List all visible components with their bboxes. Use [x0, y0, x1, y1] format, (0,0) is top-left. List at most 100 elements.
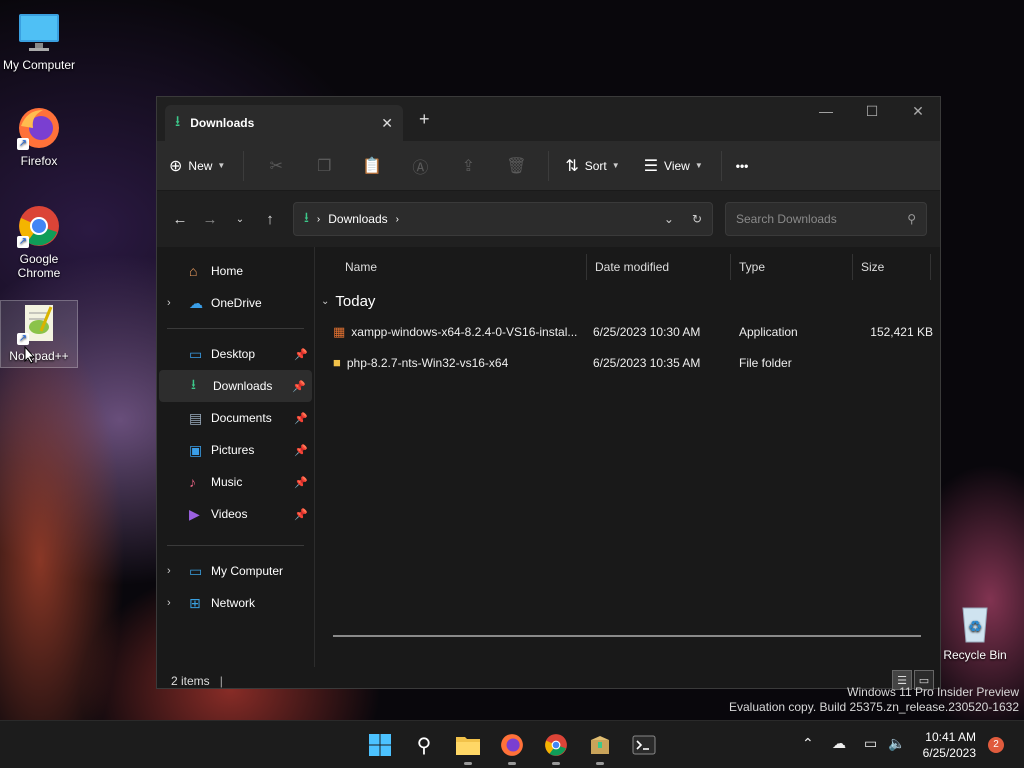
column-label: Size: [861, 260, 885, 274]
pin-icon: 📌: [292, 380, 306, 393]
column-label: Type: [739, 260, 766, 274]
desktop-icon-chrome[interactable]: ↗ Google Chrome: [1, 204, 77, 280]
command-bar: ⊕ New ▼ ✂ ❐ 📋 Ⓐ ⇪ 🗑 ⇅ Sort ▼ ☰ View ▼ ••…: [157, 141, 940, 191]
file-type: File folder: [739, 355, 792, 370]
rename-icon[interactable]: Ⓐ: [396, 154, 444, 178]
desktop-icon-my-computer[interactable]: My Computer: [1, 10, 77, 72]
sidebar-item-home[interactable]: ⌂ Home: [157, 255, 314, 287]
sidebar-item-downloads[interactable]: ⭳ Downloads 📌: [159, 370, 312, 402]
sort-button[interactable]: ⇅ Sort ▼: [565, 156, 619, 176]
refresh-icon[interactable]: ↻: [692, 212, 702, 226]
maximize-button[interactable]: ☐: [849, 103, 895, 120]
download-icon: ⭳: [191, 376, 196, 392]
search-box[interactable]: ⚲: [725, 202, 927, 236]
firefox-icon: [501, 734, 523, 756]
column-header-type[interactable]: Type: [731, 254, 853, 280]
network-icon: ⊞: [189, 594, 201, 611]
chevron-right-icon[interactable]: ›: [167, 597, 189, 609]
desktop-icon-notepad-plus-plus[interactable]: ↗ Notepad++: [0, 300, 78, 368]
watermark-line: Evaluation copy. Build 25375.zn_release.…: [729, 700, 1019, 714]
taskbar-file-explorer[interactable]: [452, 729, 484, 765]
column-header-date[interactable]: Date modified: [587, 254, 731, 280]
chevron-down-icon: ▼: [611, 161, 620, 170]
share-icon[interactable]: ⇪: [444, 156, 492, 176]
pictures-icon: ▣: [189, 441, 203, 458]
chevron-right-icon[interactable]: ›: [167, 297, 189, 309]
desktop-icon-label: Notepad++: [9, 349, 69, 363]
music-icon: ♪: [189, 474, 196, 490]
file-explorer-window: ⭳ Downloads ✕ + — ☐ ✕ ⊕ New ▼ ✂ ❐ 📋 Ⓐ ⇪ …: [156, 96, 941, 690]
notification-badge[interactable]: 2: [988, 737, 1004, 753]
close-window-button[interactable]: ✕: [895, 103, 941, 120]
column-header-name[interactable]: Name: [315, 254, 587, 280]
sidebar-item-label: Documents: [211, 411, 272, 425]
more-options-button[interactable]: •••: [736, 159, 749, 173]
view-label: View: [664, 158, 690, 173]
file-name: xampp-windows-x64-8.2.4-0-VS16-instal...: [351, 324, 578, 339]
address-bar[interactable]: ⭳ › Downloads › ⌄ ↻: [293, 202, 713, 236]
sort-icon: ⇅: [565, 157, 579, 175]
taskbar-xampp[interactable]: [584, 729, 616, 765]
recycle-bin-icon: ♻: [953, 600, 997, 644]
pin-icon: 📌: [294, 348, 308, 361]
system-clock[interactable]: 10:41 AM 6/25/2023: [923, 729, 976, 761]
breadcrumb[interactable]: Downloads: [328, 212, 387, 226]
start-button[interactable]: [364, 729, 396, 761]
close-tab-icon[interactable]: ✕: [381, 115, 393, 132]
sidebar-item-pictures[interactable]: ▣ Pictures 📌: [157, 434, 314, 466]
sidebar-item-onedrive[interactable]: › ☁ OneDrive: [157, 287, 314, 319]
sidebar-item-label: Downloads: [213, 379, 273, 393]
taskbar-firefox[interactable]: [496, 729, 528, 765]
network-icon[interactable]: ▭: [864, 735, 877, 752]
chevron-up-icon[interactable]: ⌃: [802, 735, 814, 752]
file-type: Application: [739, 324, 798, 339]
sidebar-item-music[interactable]: ♪ Music 📌: [157, 466, 314, 498]
view-button[interactable]: ☰ View ▼: [644, 156, 703, 176]
taskbar-terminal[interactable]: [628, 729, 660, 761]
sidebar-item-label: OneDrive: [211, 296, 262, 310]
paste-icon[interactable]: 📋: [348, 156, 396, 176]
horizontal-scrollbar[interactable]: [333, 635, 921, 637]
search-button[interactable]: ⚲: [408, 729, 440, 761]
tab-downloads[interactable]: ⭳ Downloads ✕: [165, 105, 403, 141]
sidebar-item-network[interactable]: › ⊞ Network: [157, 587, 314, 619]
clock-date: 6/25/2023: [922, 746, 976, 760]
table-row[interactable]: ▦ xampp-windows-x64-8.2.4-0-VS16-instal.…: [315, 316, 940, 347]
download-icon: ⭳: [304, 209, 309, 225]
sidebar-item-documents[interactable]: ▤ Documents 📌: [157, 402, 314, 434]
new-tab-button[interactable]: +: [419, 109, 430, 130]
search-input[interactable]: [736, 212, 908, 226]
recent-locations-button[interactable]: ⌄: [225, 214, 255, 225]
copy-icon[interactable]: ❐: [300, 156, 348, 176]
item-count: 2 items: [171, 674, 210, 688]
cut-icon[interactable]: ✂: [252, 156, 300, 176]
pin-icon: 📌: [294, 444, 308, 457]
address-history-dropdown[interactable]: ⌄: [664, 212, 674, 226]
table-row[interactable]: ■ php-8.2.7-nts-Win32-vs16-x64 6/25/2023…: [315, 347, 940, 378]
desktop-icon-recycle-bin[interactable]: ♻ Recycle Bin: [937, 600, 1013, 662]
delete-icon[interactable]: 🗑: [492, 156, 540, 176]
pin-icon: 📌: [294, 412, 308, 425]
sidebar-item-desktop[interactable]: ▭ Desktop 📌: [157, 338, 314, 370]
status-divider: |: [219, 674, 223, 688]
sidebar-item-label: Music: [211, 475, 243, 489]
sort-label: Sort: [584, 158, 607, 173]
back-button[interactable]: ←: [165, 211, 195, 228]
chevron-right-icon[interactable]: ›: [167, 565, 189, 577]
cloud-offline-icon[interactable]: ☁: [832, 735, 846, 752]
folder-icon: [456, 737, 480, 755]
taskbar-chrome[interactable]: [540, 729, 572, 765]
volume-icon[interactable]: 🔈: [888, 735, 905, 752]
up-button[interactable]: ↑: [255, 211, 285, 228]
sidebar-item-my-computer[interactable]: › ▭ My Computer: [157, 555, 314, 587]
file-list: Name Date modified Type Size ⌄ Today ▦ x…: [315, 247, 940, 667]
column-header-size[interactable]: Size: [853, 254, 931, 280]
column-header-row: Name Date modified Type Size: [315, 247, 940, 287]
new-button[interactable]: ⊕ New ▼: [169, 156, 225, 176]
forward-button[interactable]: →: [195, 211, 225, 228]
sidebar-item-videos[interactable]: ▶ Videos 📌: [157, 498, 314, 530]
group-header[interactable]: ⌄ Today: [315, 287, 940, 315]
desktop-icon-firefox[interactable]: ↗ Firefox: [1, 106, 77, 168]
sidebar-item-label: Videos: [211, 507, 248, 521]
minimize-button[interactable]: —: [803, 103, 849, 119]
